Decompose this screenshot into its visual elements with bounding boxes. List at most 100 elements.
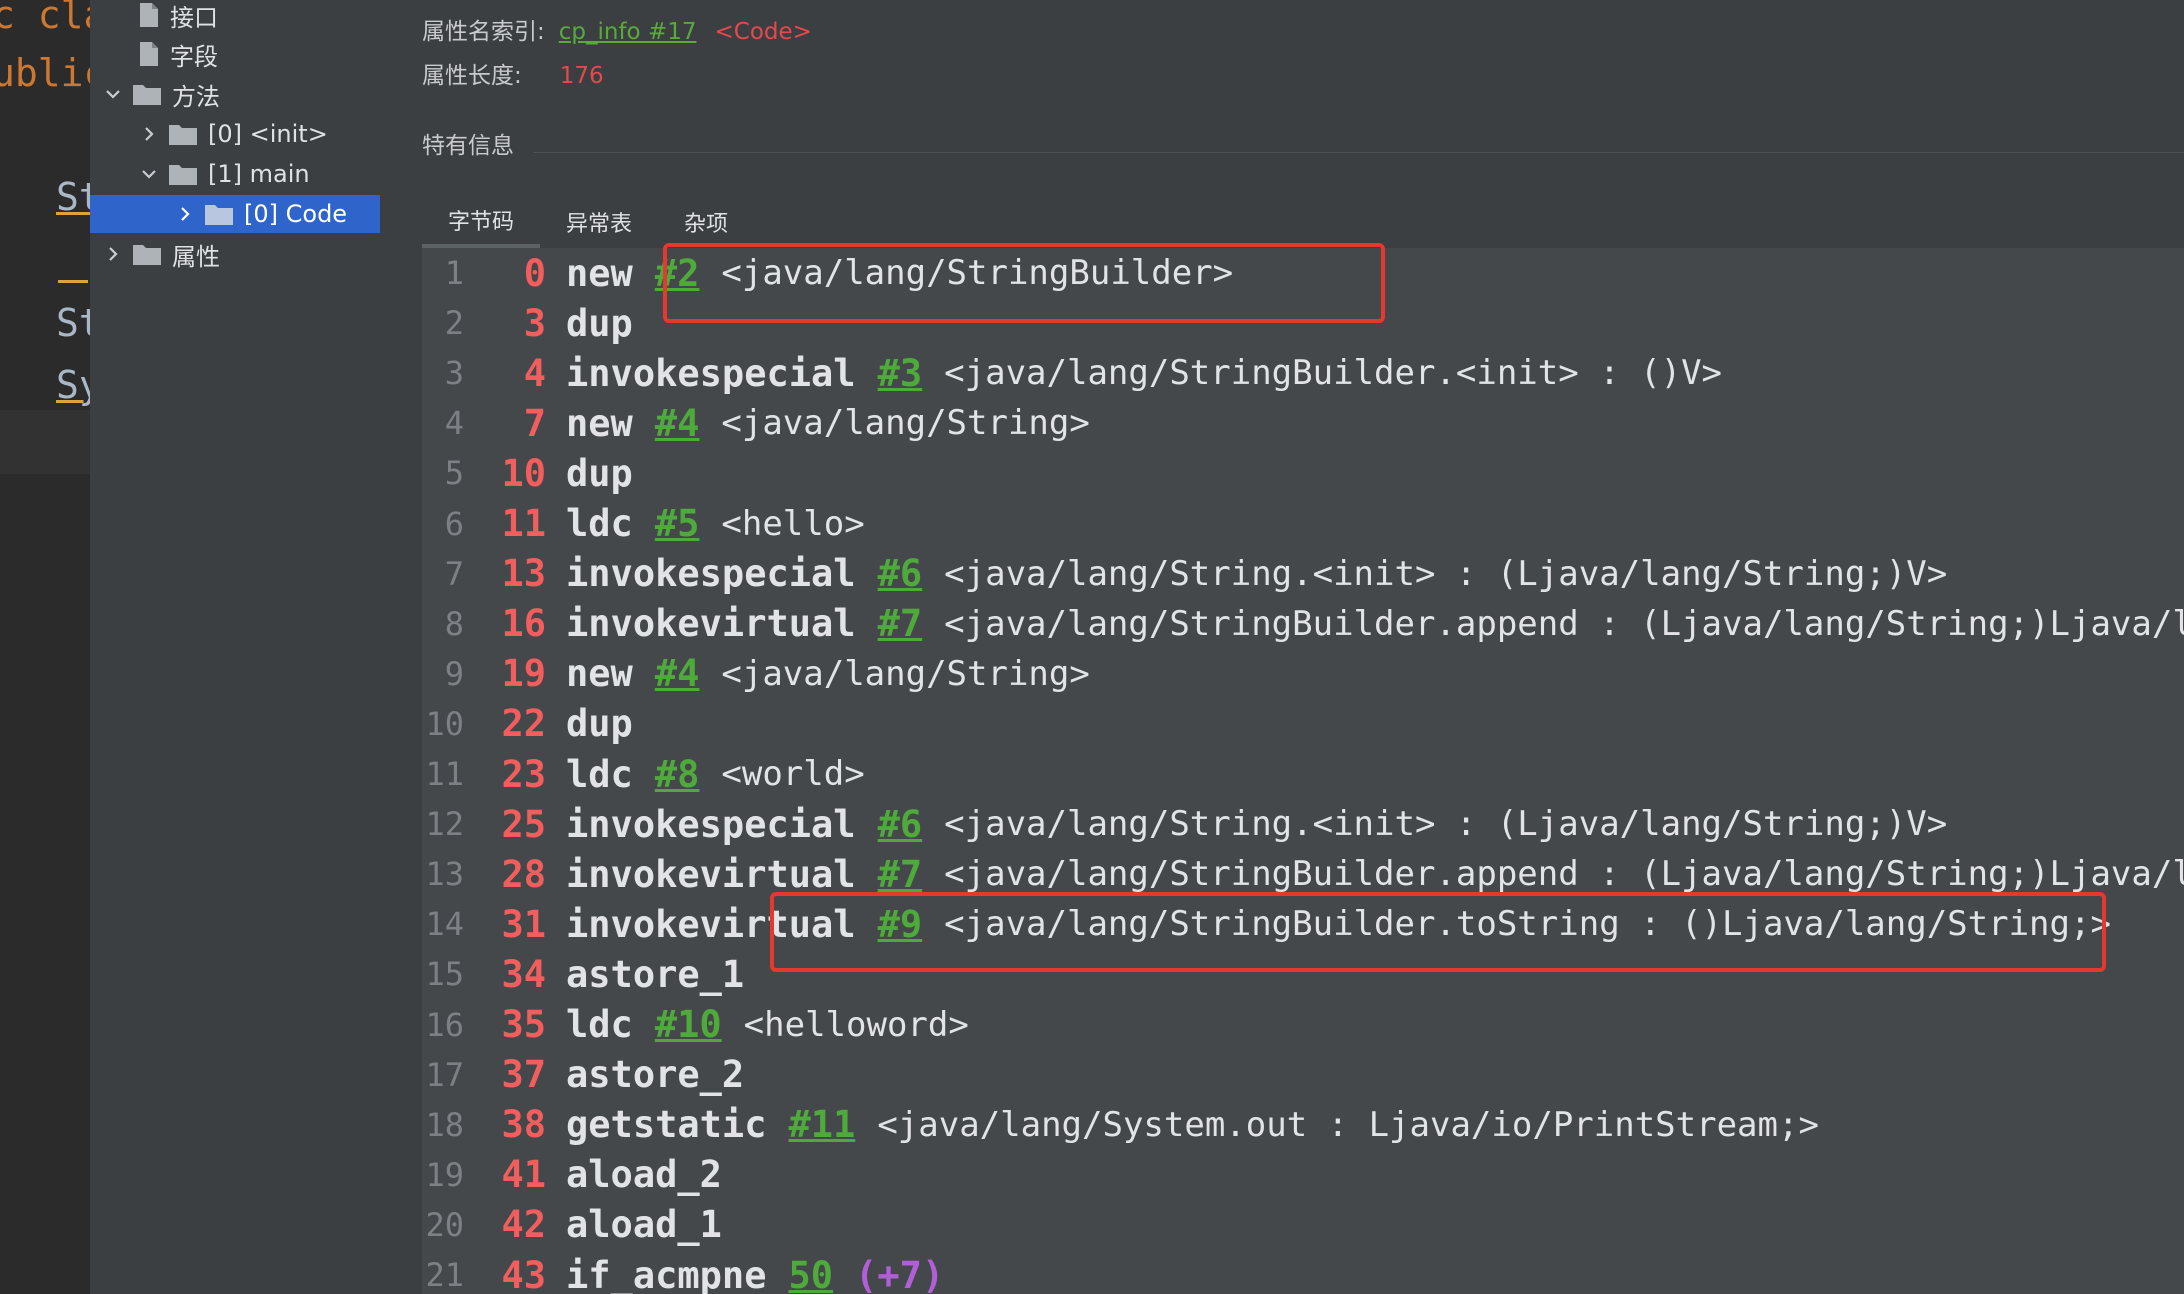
chevron-right-icon[interactable]	[102, 243, 124, 265]
bytecode-line[interactable]: 4 7 new #4 <java/lang/String>	[422, 398, 1090, 448]
bytecode-line-number: 11	[425, 755, 464, 793]
bytecode-opcode: invokevirtual	[566, 902, 856, 946]
tree-item-label: 接口	[170, 3, 218, 32]
bytecode-opcode: invokevirtual	[566, 852, 856, 896]
bytecode-opcode: getstatic	[566, 1103, 767, 1147]
bytecode-line-number: 4	[444, 404, 464, 443]
cp-info-link[interactable]: cp_info #17	[559, 19, 697, 45]
bytecode-line[interactable]: 15 34 astore_1	[422, 949, 744, 999]
bytecode-line[interactable]: 7 13 invokespecial #6 <java/lang/String.<ini…	[422, 549, 1947, 599]
chevron-down-icon[interactable]	[102, 83, 124, 105]
bytecode-descriptor: <java/lang/String.<init> : (Ljava/lang/S…	[944, 553, 1948, 594]
bytecode-line[interactable]: 14 31 invokevirtual #9 <java/lang/StringBuil…	[422, 899, 2111, 949]
bytecode-descriptor: <java/lang/String.<init> : (Ljava/lang/S…	[944, 804, 1948, 845]
bytecode-descriptor: <java/lang/StringBuilder.append : (Ljava…	[944, 603, 2184, 644]
bytecode-line[interactable]: 10 22 dup	[422, 699, 632, 749]
bytecode-opcode: invokespecial	[566, 802, 856, 846]
file-icon	[138, 2, 160, 28]
constant-pool-ref[interactable]: #10	[655, 1003, 722, 1046]
bytecode-line-number: 8	[444, 604, 464, 643]
bytecode-line-number: 10	[425, 704, 464, 743]
tree-item-label: [0] Code	[244, 200, 348, 228]
bytecode-descriptor: <java/lang/System.out : Ljava/io/PrintSt…	[877, 1104, 1819, 1145]
bytecode-line[interactable]: 6 11 ldc #5 <hello>	[422, 499, 865, 549]
tree-item-fields[interactable]: 字段	[90, 35, 424, 73]
tree-item-method-main[interactable]: [1] main	[90, 155, 424, 193]
tree-item-label: [0] <init>	[208, 120, 328, 148]
bytecode-line[interactable]: 17 37 astore_2	[422, 1050, 744, 1100]
bytecode-line[interactable]: 9 19 new #4 <java/lang/String>	[422, 649, 1090, 699]
tab-misc[interactable]: 杂项	[658, 196, 754, 248]
bytecode-descriptor: <java/lang/StringBuilder.toString : ()Lj…	[944, 904, 2111, 945]
bytecode-offset: 34	[501, 952, 546, 996]
bytecode-line[interactable]: 21 43 if_acmpne 50 (+7)	[422, 1250, 944, 1294]
folder-icon	[132, 242, 162, 266]
bytecode-line-number: 6	[444, 504, 464, 543]
bytecode-line-number: 1	[444, 254, 464, 292]
bytecode-offset: 31	[501, 902, 546, 946]
folder-icon	[168, 162, 198, 186]
bytecode-line-number: 2	[444, 304, 464, 343]
constant-pool-ref[interactable]: #2	[655, 252, 700, 295]
folder-icon	[204, 202, 234, 226]
tree-item-label: 字段	[170, 42, 218, 71]
bytecode-descriptor: <world>	[721, 754, 865, 794]
chevron-right-icon[interactable]	[138, 123, 160, 145]
bytecode-line[interactable]: 18 38 getstatic #11 <java/lang/System.out : …	[422, 1100, 1819, 1150]
tree-item-methods[interactable]: 方法	[90, 75, 388, 113]
constant-pool-ref[interactable]: #9	[878, 903, 923, 946]
constant-pool-ref[interactable]: 50	[788, 1254, 833, 1294]
bytecode-line[interactable]: 12 25 invokespecial #6 <java/lang/String.<in…	[422, 799, 1947, 849]
bytecode-line[interactable]: 1 0 new #2 <java/lang/StringBuilder>	[422, 248, 1233, 298]
attribute-length-value: 176	[559, 63, 604, 89]
bytecode-line[interactable]: 3 4 invokespecial #3 <java/lang/StringBuilde…	[422, 348, 1722, 398]
attribute-name-index-row: 属性名索引: cp_info #17 <Code>	[422, 12, 812, 46]
section-divider	[533, 152, 2184, 153]
attribute-name-tag: <Code>	[714, 19, 812, 45]
bytecode-line[interactable]: 2 3 dup	[422, 298, 633, 348]
bytecode-line[interactable]: 13 28 invokevirtual #7 <java/lang/StringBuil…	[422, 849, 2184, 899]
constant-pool-ref[interactable]: #11	[788, 1103, 855, 1146]
bytecode-line[interactable]: 5 10 dup	[422, 448, 633, 498]
constant-pool-ref[interactable]: #8	[655, 753, 700, 796]
constant-pool-ref[interactable]: #7	[878, 853, 923, 896]
constant-pool-ref[interactable]: #7	[878, 602, 923, 645]
constant-pool-ref[interactable]: #4	[655, 652, 700, 695]
tab-exception-table[interactable]: 异常表	[540, 196, 658, 248]
branch-relative-offset: (+7)	[855, 1253, 945, 1294]
tree-item-interfaces[interactable]: 接口	[90, 0, 424, 34]
file-icon	[138, 41, 160, 67]
constant-pool-ref[interactable]: #6	[878, 552, 923, 595]
bytecode-offset: 28	[501, 852, 546, 896]
constant-pool-ref[interactable]: #4	[655, 402, 700, 445]
bytecode-opcode: dup	[566, 451, 633, 495]
bytecode-line[interactable]: 20 42 aload_1	[422, 1200, 721, 1250]
bytecode-descriptor: <hello>	[721, 503, 865, 544]
chevron-down-icon[interactable]	[138, 163, 160, 185]
bytecode-line-number: 13	[425, 855, 464, 894]
bytecode-line-number: 14	[425, 905, 464, 944]
bytecode-offset: 25	[501, 802, 546, 846]
bytecode-line[interactable]: 8 16 invokevirtual #7 <java/lang/StringBuild…	[422, 599, 2184, 649]
bytecode-line[interactable]: 19 41 aload_2	[422, 1150, 721, 1200]
bytecode-descriptor: <java/lang/StringBuilder.append : (Ljava…	[944, 854, 2184, 895]
constant-pool-ref[interactable]: #6	[878, 803, 923, 846]
bytecode-line-number: 16	[425, 1005, 464, 1044]
bytecode-opcode: new	[566, 401, 633, 445]
bytecode-offset: 35	[501, 1003, 546, 1046]
bytecode-line[interactable]: 11 23 ldc #8 <world>	[422, 749, 865, 799]
bytecode-listing[interactable]: 1 0 new #2 <java/lang/StringBuilder> 2 3 dup 3 4 i…	[422, 248, 2184, 1294]
bytecode-line[interactable]: 16 35 ldc #10 <helloword>	[422, 1000, 968, 1050]
tree-item-method-init[interactable]: [0] <init>	[90, 115, 424, 153]
bytecode-opcode: astore_2	[566, 1053, 745, 1097]
bytecode-offset: 37	[501, 1053, 546, 1097]
chevron-right-icon[interactable]	[174, 203, 196, 225]
editor-gutter-strip: c cla ublic St St Sy	[0, 0, 90, 1294]
editor-underline-mark	[58, 280, 88, 283]
tree-item-attributes[interactable]: 属性	[90, 235, 388, 273]
bytecode-opcode: new	[566, 251, 633, 295]
tab-bytecode[interactable]: 字节码	[422, 196, 541, 248]
constant-pool-ref[interactable]: #3	[878, 352, 923, 395]
constant-pool-ref[interactable]: #5	[655, 502, 700, 545]
tree-item-label: [1] main	[208, 160, 310, 188]
